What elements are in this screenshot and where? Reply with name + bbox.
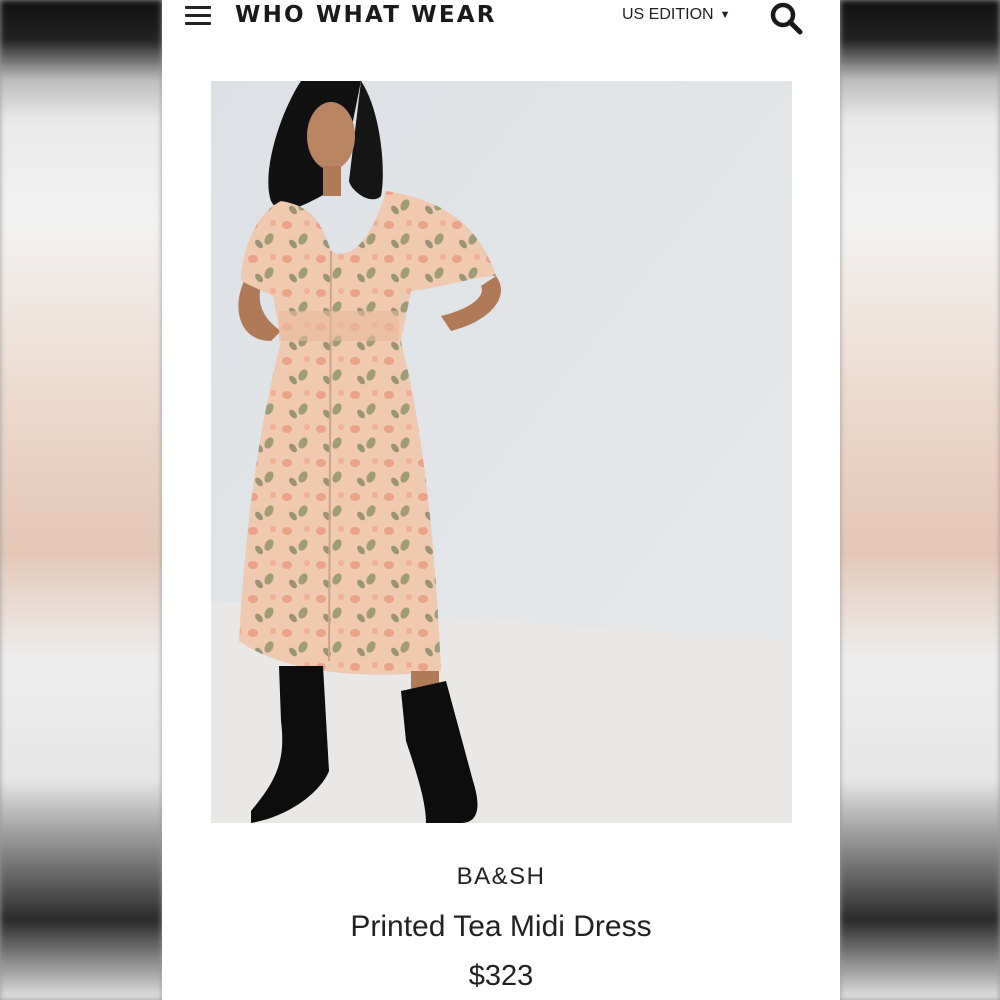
product-name[interactable]: Printed Tea Midi Dress bbox=[162, 910, 840, 944]
product-image[interactable] bbox=[211, 81, 792, 823]
caret-down-icon: ▼ bbox=[719, 9, 731, 21]
hamburger-menu-icon[interactable] bbox=[185, 6, 211, 26]
page-content: WHO WHAT WEAR US EDITION ▼ BA&SH Printed… bbox=[162, 0, 840, 1000]
site-logo[interactable]: WHO WHAT WEAR bbox=[235, 2, 497, 28]
product-price: $323 bbox=[468, 960, 534, 992]
blurred-backdrop-right bbox=[840, 0, 1000, 1000]
blurred-backdrop-left bbox=[0, 0, 162, 1000]
site-header: WHO WHAT WEAR US EDITION ▼ bbox=[162, 0, 840, 36]
product-brand[interactable]: BA&SH bbox=[162, 863, 840, 891]
edition-label: US EDITION bbox=[622, 6, 714, 23]
search-icon[interactable] bbox=[768, 0, 804, 36]
edition-selector[interactable]: US EDITION ▼ bbox=[622, 6, 730, 24]
